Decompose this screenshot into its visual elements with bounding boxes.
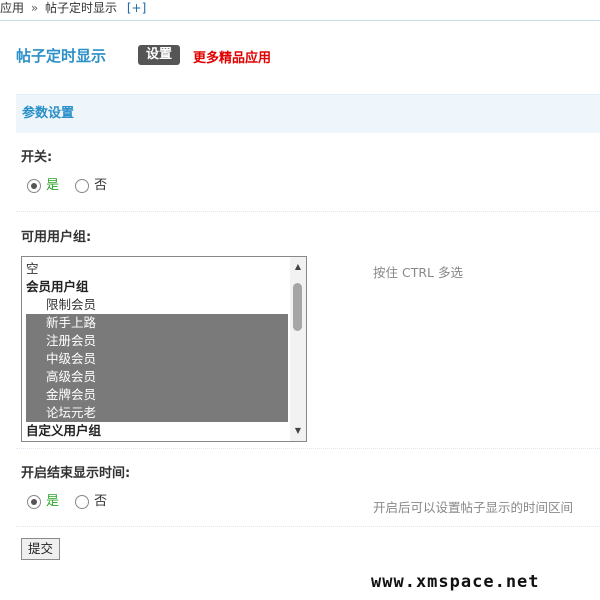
list-group-member: 会员用户组 (26, 279, 89, 294)
switch-yes-label[interactable]: 是 (46, 178, 59, 193)
settings-button[interactable]: 设置 (138, 45, 181, 65)
user-groups-listbox[interactable]: 空 会员用户组 限制会员 新手上路 注册会员 中级会员 高级会员 金牌会员 论坛… (21, 256, 307, 442)
switch-no-label[interactable]: 否 (94, 178, 107, 193)
user-groups-label: 可用用户组: (21, 230, 92, 245)
breadcrumb-current[interactable]: 帖子定时显示 (45, 0, 117, 16)
time-range-yes-radio[interactable] (27, 494, 41, 509)
switch-radio-group: 是 否 (27, 177, 107, 195)
scroll-up-icon[interactable]: ▲ (290, 259, 306, 275)
watermark: www.xmspace.net (371, 572, 540, 592)
scroll-thumb[interactable] (293, 283, 302, 331)
user-groups-hint: 按住 CTRL 多选 (373, 265, 463, 280)
list-item-empty[interactable]: 空 (26, 260, 288, 278)
list-group-custom: 自定义用户组 (26, 423, 102, 438)
list-item-restricted-member[interactable]: 限制会员 (26, 296, 288, 314)
submit-button[interactable]: 提交 (21, 538, 61, 560)
page-title: 帖子定时显示 (16, 47, 107, 65)
scroll-down-icon[interactable]: ▼ (290, 423, 306, 439)
listbox-scrollbar[interactable]: ▲ ▼ (290, 257, 306, 441)
time-range-yes-label[interactable]: 是 (46, 494, 59, 509)
divider (16, 448, 600, 449)
time-range-no-label[interactable]: 否 (94, 494, 107, 509)
breadcrumb-separator: » (30, 1, 39, 15)
switch-no-radio[interactable] (75, 178, 90, 193)
list-item-forum-veteran[interactable]: 论坛元老 (26, 404, 288, 422)
breadcrumb-root[interactable]: 应用 (0, 0, 24, 16)
time-range-radio-group: 是 否 (27, 493, 107, 511)
breadcrumb-add-button[interactable]: [+] (127, 0, 146, 16)
breadcrumb: 应用 » 帖子定时显示 [+] (0, 0, 600, 21)
list-item-intermediate-member[interactable]: 中级会员 (26, 350, 288, 368)
time-range-no-radio[interactable] (75, 494, 90, 509)
time-range-hint: 开启后可以设置帖子显示的时间区间 (373, 500, 574, 515)
list-item-senior-member[interactable]: 高级会员 (26, 368, 288, 386)
switch-yes-radio[interactable] (27, 178, 41, 193)
section-header: 参数设置 (16, 94, 600, 133)
more-apps-link[interactable]: 更多精品应用 (193, 47, 271, 66)
switch-label: 开关: (21, 150, 53, 165)
list-item-registered-member[interactable]: 注册会员 (26, 332, 288, 350)
list-item-gold-member[interactable]: 金牌会员 (26, 386, 288, 404)
time-range-label: 开启结束显示时间: (21, 466, 131, 481)
divider (16, 211, 600, 212)
list-item-newbie[interactable]: 新手上路 (26, 314, 288, 332)
divider (16, 526, 600, 527)
